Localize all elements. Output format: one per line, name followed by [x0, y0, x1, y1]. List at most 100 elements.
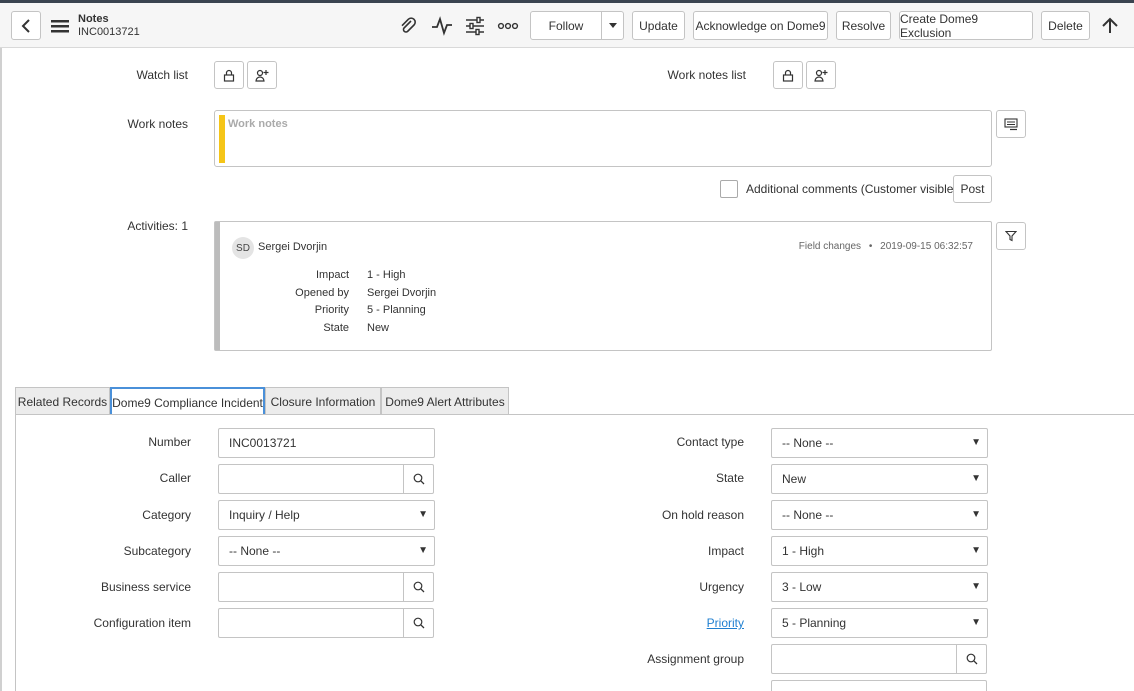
- caret-down-icon: ▼: [971, 581, 981, 592]
- change-label: State: [323, 322, 349, 334]
- business-service-label: Business service: [100, 580, 191, 594]
- more-options-icon[interactable]: [496, 14, 520, 38]
- priority-label[interactable]: Priority: [604, 616, 744, 630]
- on-hold-reason-value: -- None --: [782, 508, 834, 522]
- impact-label: Impact: [707, 544, 744, 558]
- back-button[interactable]: [11, 11, 41, 40]
- contact-type-label: Contact type: [676, 435, 744, 449]
- additional-comments-checkbox[interactable]: [720, 180, 738, 198]
- state-label: State: [715, 471, 744, 485]
- activity-meta: Field changes • 2019-09-15 06:32:57: [799, 241, 973, 252]
- caret-down-icon: [608, 23, 617, 28]
- assigned-to-field-partial[interactable]: [771, 680, 987, 691]
- paperclip-icon[interactable]: [396, 14, 420, 38]
- settings-sliders-icon[interactable]: [463, 14, 487, 38]
- subcategory-value: -- None --: [229, 544, 281, 558]
- watch-list-label: Watch list: [136, 68, 188, 82]
- additional-comments-label: Additional comments (Customer visible): [746, 182, 958, 196]
- add-user-icon: [814, 69, 828, 82]
- work-notes-template-button[interactable]: [996, 110, 1026, 138]
- priority-select[interactable]: 5 - Planning ▼: [771, 608, 988, 638]
- work-notes-list-lock-button[interactable]: [773, 61, 803, 89]
- activity-separator: •: [868, 241, 873, 252]
- change-value: New: [367, 322, 390, 334]
- form-header: Notes INC0013721 Follow Update Acknowled…: [0, 3, 1134, 48]
- search-icon: [966, 653, 977, 665]
- business-service-lookup-button[interactable]: [403, 573, 433, 601]
- contact-type-value: -- None --: [782, 436, 834, 450]
- arrow-up-icon[interactable]: [1098, 14, 1122, 38]
- search-icon: [413, 473, 424, 485]
- filter-icon: [1005, 230, 1017, 242]
- watch-list-add-me-button[interactable]: [247, 61, 277, 89]
- caller-lookup-button[interactable]: [403, 465, 433, 493]
- work-notes-list-label: Work notes list: [667, 68, 746, 82]
- change-label: Impact: [315, 269, 349, 281]
- category-select[interactable]: Inquiry / Help ▼: [218, 500, 435, 530]
- configuration-item-label: Configuration item: [93, 616, 191, 630]
- tab-dome9-alert-attributes[interactable]: Dome9 Alert Attributes: [381, 387, 509, 415]
- caret-down-icon: ▼: [971, 509, 981, 520]
- search-icon: [413, 617, 424, 629]
- update-button[interactable]: Update: [632, 11, 685, 40]
- template-list-icon: [1004, 117, 1018, 130]
- subcategory-label: Subcategory: [123, 544, 191, 558]
- priority-value: 5 - Planning: [782, 616, 847, 630]
- activity-pulse-icon[interactable]: [430, 14, 454, 38]
- activity-user: Sergei Dvorjin: [258, 241, 328, 253]
- caller-label: Caller: [159, 471, 191, 485]
- follow-dropdown-button[interactable]: [601, 11, 624, 40]
- add-user-icon: [255, 69, 269, 82]
- configuration-item-field[interactable]: [218, 608, 434, 638]
- chevron-left-icon: [21, 18, 30, 33]
- caret-down-icon: ▼: [971, 473, 981, 484]
- subcategory-select[interactable]: -- None -- ▼: [218, 536, 435, 566]
- contact-type-select[interactable]: -- None -- ▼: [771, 428, 988, 458]
- urgency-select[interactable]: 3 - Low ▼: [771, 572, 988, 602]
- lock-icon: [223, 69, 235, 82]
- tab-related-records[interactable]: Related Records: [15, 387, 110, 415]
- create-exclusion-button[interactable]: Create Dome9 Exclusion: [899, 11, 1033, 40]
- watch-list-lock-button[interactable]: [214, 61, 244, 89]
- activity-entry: SD Sergei Dvorjin Field changes • 2019-0…: [214, 221, 992, 351]
- urgency-label: Urgency: [699, 580, 744, 594]
- page-title: Notes: [78, 13, 109, 25]
- work-notes-list-add-me-button[interactable]: [806, 61, 836, 89]
- urgency-value: 3 - Low: [782, 580, 822, 594]
- number-field[interactable]: INC0013721: [218, 428, 435, 458]
- on-hold-reason-label: On hold reason: [661, 508, 744, 522]
- resolve-button[interactable]: Resolve: [836, 11, 891, 40]
- activity-filter-button[interactable]: [996, 222, 1026, 250]
- work-notes-textarea[interactable]: Work notes: [214, 110, 992, 167]
- impact-select[interactable]: 1 - High ▼: [771, 536, 988, 566]
- activities-label: Activities: 1: [127, 219, 188, 233]
- assignment-group-lookup-button[interactable]: [956, 645, 986, 673]
- number-label: Number: [148, 435, 191, 449]
- lock-icon: [782, 69, 794, 82]
- acknowledge-button[interactable]: Acknowledge on Dome9: [693, 11, 828, 40]
- caret-down-icon: ▼: [418, 545, 428, 556]
- caller-field[interactable]: [218, 464, 434, 494]
- change-label: Priority: [314, 304, 349, 316]
- hamburger-menu-icon[interactable]: [48, 14, 72, 38]
- configuration-item-lookup-button[interactable]: [403, 609, 433, 637]
- caret-down-icon: ▼: [971, 617, 981, 628]
- tab-closure-information[interactable]: Closure Information: [265, 387, 381, 415]
- activity-type: Field changes: [798, 241, 862, 252]
- work-notes-indicator-bar: [219, 115, 225, 163]
- priority-link[interactable]: Priority: [707, 616, 744, 630]
- page-left-border: [0, 48, 2, 691]
- on-hold-reason-select[interactable]: -- None -- ▼: [771, 500, 988, 530]
- avatar: SD: [232, 237, 254, 259]
- follow-button[interactable]: Follow: [530, 11, 602, 40]
- work-notes-placeholder: Work notes: [228, 118, 288, 130]
- state-select[interactable]: New ▼: [771, 464, 988, 494]
- assignment-group-field[interactable]: [771, 644, 987, 674]
- tab-dome9-compliance-incident[interactable]: Dome9 Compliance Incident: [110, 387, 265, 416]
- activity-timestamp: 2019-09-15 06:32:57: [880, 241, 973, 252]
- delete-button[interactable]: Delete: [1041, 11, 1090, 40]
- business-service-field[interactable]: [218, 572, 434, 602]
- post-button[interactable]: Post: [953, 175, 992, 203]
- state-value: New: [782, 472, 807, 486]
- change-value: 5 - Planning: [367, 304, 426, 316]
